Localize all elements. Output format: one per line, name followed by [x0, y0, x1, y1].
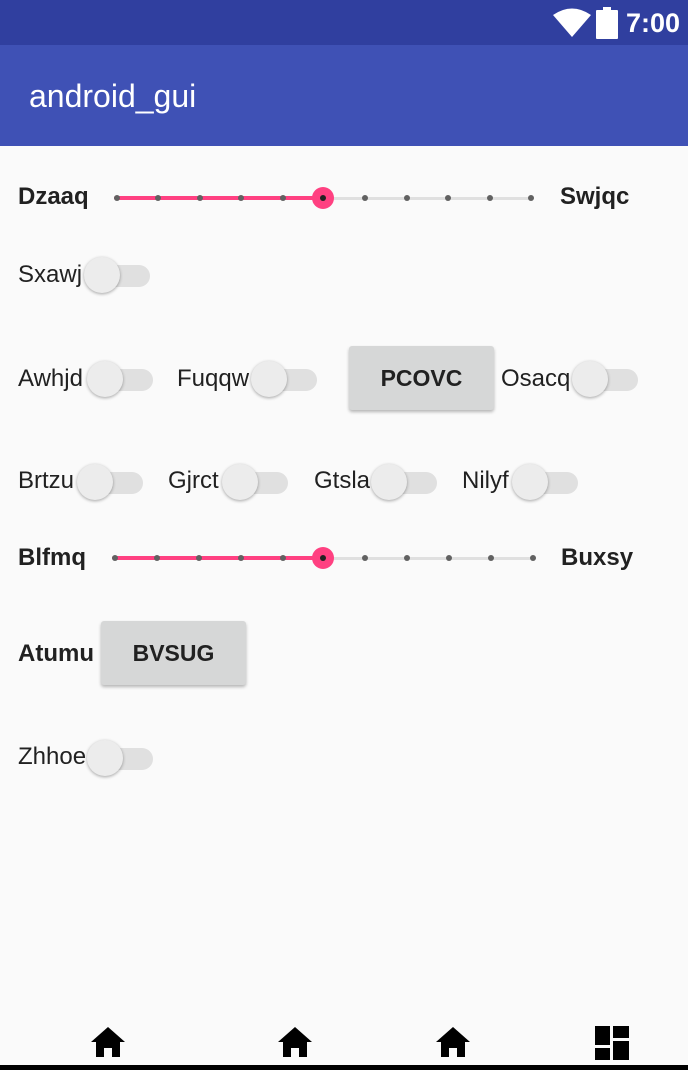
seek-end-label: Swjqc [560, 183, 630, 210]
seekbar-thumb[interactable] [312, 187, 334, 209]
seekbar-tick [404, 555, 410, 561]
switch-label-zhhoe: Zhhoe [18, 743, 87, 770]
switch-awhjd[interactable] [87, 359, 153, 399]
seekbar-progress [114, 196, 323, 200]
seekbar-tick [197, 195, 203, 201]
switch-label-gjrct: Gjrct [168, 467, 219, 494]
seekbar-tick [238, 555, 244, 561]
switch-sxawj[interactable] [84, 255, 150, 295]
seekbar-tick [488, 555, 494, 561]
switch-nilyf[interactable] [512, 462, 578, 502]
seek-start-label: Dzaaq [18, 183, 89, 210]
seekbar-tick [112, 555, 118, 561]
switch-thumb [572, 361, 608, 397]
switch-thumb [77, 464, 113, 500]
atumu-label: Atumu [18, 640, 94, 667]
home-icon[interactable] [90, 1026, 126, 1058]
switch-label-osacq: Osacq [501, 365, 571, 392]
home-icon[interactable] [277, 1026, 313, 1058]
switch-thumb [222, 464, 258, 500]
seekbar-1[interactable] [114, 183, 534, 213]
seekbar-tick [528, 195, 534, 201]
seek-end-label: Buxsy [561, 544, 634, 571]
status-bar: 7:00 [0, 0, 688, 45]
switch-label-awhjd: Awhjd [18, 365, 83, 392]
seekbar-tick [280, 555, 286, 561]
switch-thumb [84, 257, 120, 293]
app-title: android_gui [29, 78, 197, 114]
switch-gjrct[interactable] [222, 462, 288, 502]
nav-bottom-edge [0, 1065, 688, 1070]
app-bar: android_gui [0, 45, 688, 146]
switch-thumb [87, 361, 123, 397]
switch-thumb [512, 464, 548, 500]
switch-brtzu[interactable] [77, 462, 143, 502]
switch-gtsla[interactable] [371, 462, 437, 502]
bottom-navigation [0, 1010, 688, 1070]
home-icon[interactable] [435, 1026, 471, 1058]
switch-label-sxawj: Sxawj [18, 261, 83, 288]
seekbar-thumb[interactable] [312, 547, 334, 569]
seekbar-tick [114, 195, 120, 201]
switch-label-gtsla: Gtsla [314, 467, 371, 494]
seekbar-tick [530, 555, 536, 561]
status-time: 7:00 [626, 8, 681, 38]
switch-thumb [371, 464, 407, 500]
seekbar-tick [280, 195, 286, 201]
switch-thumb [251, 361, 287, 397]
switch-thumb [87, 740, 123, 776]
battery-icon [596, 7, 618, 39]
seekbar-tick [404, 195, 410, 201]
bvsug-button[interactable]: BVSUG [101, 621, 246, 685]
seekbar-tick [238, 195, 244, 201]
seekbar-tick [487, 195, 493, 201]
seekbar-tick [362, 195, 368, 201]
seek-start-label: Blfmq [18, 544, 86, 571]
pcovc-button[interactable]: PCOVC [349, 346, 494, 410]
seekbar-tick [154, 555, 160, 561]
seekbar-tick [155, 195, 161, 201]
seekbar-tick [196, 555, 202, 561]
seekbar-tick [445, 195, 451, 201]
seekbar-tick [362, 555, 368, 561]
seekbar-2[interactable] [112, 543, 536, 573]
switch-label-fuqqw: Fuqqw [177, 365, 250, 392]
switch-label-brtzu: Brtzu [18, 467, 75, 494]
switch-osacq[interactable] [572, 359, 638, 399]
switch-label-nilyf: Nilyf [462, 467, 509, 494]
seekbar-progress [112, 556, 323, 560]
wifi-icon [553, 8, 591, 37]
switch-zhhoe[interactable] [87, 738, 153, 778]
switch-fuqqw[interactable] [251, 359, 317, 399]
dashboard-icon[interactable] [595, 1026, 629, 1060]
seekbar-tick [446, 555, 452, 561]
